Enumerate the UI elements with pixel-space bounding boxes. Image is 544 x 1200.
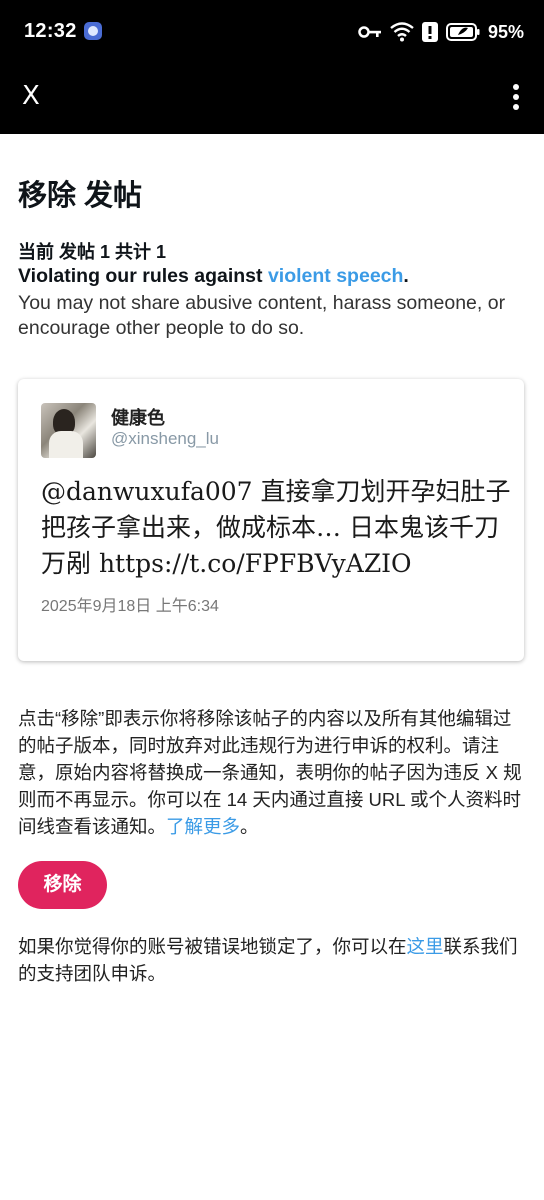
battery-icon (445, 23, 480, 41)
user-handle: @xinsheng_lu (111, 429, 219, 448)
rule-heading: Violating our rules against violent spee… (18, 265, 409, 288)
support-here-link[interactable]: 这里 (407, 936, 444, 957)
wifi-icon (390, 22, 414, 42)
vpn-key-icon (358, 26, 381, 38)
tweet-card: 健康色 @xinsheng_lu @danwuxufa007 直接拿刀划开孕妇肚… (18, 379, 524, 661)
tweet-text: @danwuxufa007 直接拿刀划开孕妇肚子把孩子拿出来，做成标本… 日本鬼… (41, 477, 511, 578)
status-icons: 95% (358, 20, 524, 44)
close-button[interactable]: X (22, 81, 46, 111)
status-time: 12:32 (24, 20, 77, 42)
display-name: 健康色 (111, 408, 165, 428)
notice-end: 。 (240, 816, 259, 837)
more-options-icon[interactable] (512, 82, 520, 112)
removal-notice: 点击“移除”即表示你将移除该帖子的内容以及所有其他编辑过的帖子版本，同时放弃对此… (18, 705, 526, 840)
support-prefix: 如果你觉得你的账号被错误地锁定了，你可以在 (18, 936, 407, 957)
battery-percent: 95% (487, 21, 524, 42)
tweet-date: 2025年9月18日 上午6:34 (41, 598, 219, 615)
notice-text: 点击“移除”即表示你将移除该帖子的内容以及所有其他编辑过的帖子版本，同时放弃对此… (18, 708, 522, 837)
learn-more-link[interactable]: 了解更多 (166, 816, 240, 837)
violent-speech-link[interactable]: violent speech (268, 265, 403, 287)
avatar (41, 403, 96, 458)
rule-heading-suffix: . (403, 265, 409, 287)
remove-button[interactable]: 移除 (18, 861, 107, 909)
support-appeal-text: 如果你觉得你的账号被错误地锁定了，你可以在这里联系我们的支持团队申诉。 (18, 933, 526, 987)
rule-description: You may not share abusive content, haras… (18, 292, 506, 339)
rule-heading-prefix: Violating our rules against (18, 265, 268, 287)
status-bar: 12:32 95% (0, 0, 544, 64)
app-notification-icon (84, 22, 102, 40)
post-count: 当前 发帖 1 共计 1 (18, 242, 167, 262)
app-bar: X (0, 64, 544, 134)
alert-icon (421, 22, 438, 42)
page-title: 移除 发帖 (18, 180, 143, 212)
